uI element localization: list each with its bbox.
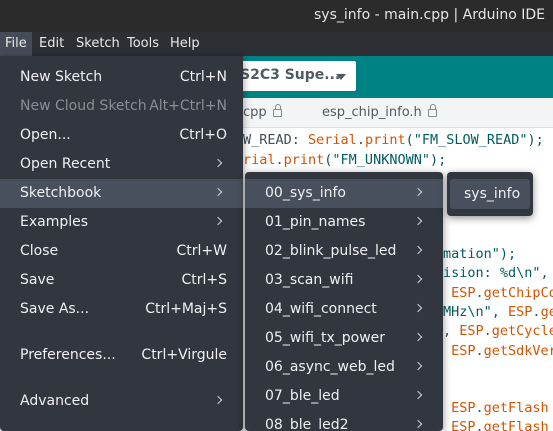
- lock-icon: [427, 104, 437, 117]
- menu-sketch[interactable]: Sketch: [71, 32, 125, 56]
- file-menu: New Sketch Ctrl+N New Cloud Sketch Alt+Ctr…: [0, 56, 243, 431]
- code-line: ESP.getFlash: [443, 400, 549, 416]
- menu-file[interactable]: File: [0, 32, 32, 56]
- chevron-right-icon: [413, 332, 423, 342]
- code-line: ESP.getFlash: [443, 419, 549, 431]
- submenu-item-02-blink-pulse-led[interactable]: 02_blink_pulse_led: [245, 237, 443, 266]
- sys-info-submenu: sys_info: [447, 172, 533, 216]
- submenu-item-06-async-web-led[interactable]: 06_async_web_led: [245, 353, 443, 382]
- submenu-item-01-pin-names[interactable]: 01_pin_names: [245, 208, 443, 237]
- submenu-item-sys-info[interactable]: sys_info: [450, 179, 530, 209]
- lock-icon: [272, 104, 282, 117]
- chevron-right-icon: [413, 187, 423, 197]
- submenu-item-00-sys-info[interactable]: 00_sys_info: [245, 179, 443, 208]
- menu-edit[interactable]: Edit: [34, 32, 69, 56]
- chevron-right-icon: [413, 245, 423, 255]
- tab-label: esp_chip_info.h: [322, 105, 422, 120]
- code-line: rial.print("FM_UNKNOWN");: [243, 152, 447, 168]
- menu-item-examples[interactable]: Examples: [0, 208, 243, 237]
- chevron-down-icon: [336, 74, 346, 80]
- code-line: MHz\n", ESP.ge: [443, 304, 553, 320]
- menu-item-open[interactable]: Open... Ctrl+O: [0, 121, 243, 150]
- chevron-right-icon: [213, 216, 223, 226]
- menu-item-preferences[interactable]: Preferences... Ctrl+Virgule: [0, 341, 243, 370]
- chevron-right-icon: [213, 395, 223, 405]
- menu-help[interactable]: Help: [165, 32, 205, 56]
- sketchbook-submenu: 00_sys_info 01_pin_names 02_blink_pulse_…: [245, 172, 443, 431]
- menu-bar: File Edit Sketch Tools Help: [0, 32, 553, 56]
- window-title: sys_info - main.cpp | Arduino IDE: [314, 7, 545, 23]
- title-bar: sys_info - main.cpp | Arduino IDE: [0, 0, 553, 32]
- tab-label: cpp: [243, 105, 267, 120]
- code-line: , ESP.getCycle: [443, 323, 553, 339]
- chevron-right-icon: [413, 419, 423, 429]
- chevron-right-icon: [413, 390, 423, 400]
- menu-item-advanced[interactable]: Advanced: [0, 387, 243, 416]
- menu-item-save-as[interactable]: Save As... Ctrl+Maj+S: [0, 295, 243, 324]
- submenu-item-07-ble-led[interactable]: 07_ble_led: [245, 382, 443, 411]
- code-line: mation");: [443, 246, 517, 262]
- menu-item-new-sketch[interactable]: New Sketch Ctrl+N: [0, 63, 243, 92]
- menu-item-close[interactable]: Close Ctrl+W: [0, 237, 243, 266]
- chevron-right-icon: [413, 361, 423, 371]
- menu-item-sketchbook[interactable]: Sketchbook: [0, 179, 243, 208]
- code-line: ESP.getChipCo: [443, 285, 553, 301]
- chevron-right-icon: [413, 303, 423, 313]
- board-selector-label: S2C3 Supe...: [240, 67, 341, 83]
- submenu-item-08-ble-led2[interactable]: 08_ble_led2: [245, 411, 443, 431]
- menu-item-save[interactable]: Save Ctrl+S: [0, 266, 243, 295]
- tab-esp-chip-info[interactable]: esp_chip_info.h: [322, 104, 437, 120]
- code-line: ision: %d\n",: [443, 265, 549, 281]
- menu-item-open-recent[interactable]: Open Recent: [0, 150, 243, 179]
- chevron-right-icon: [413, 216, 423, 226]
- chevron-right-icon: [413, 274, 423, 284]
- menu-item-new-cloud-sketch: New Cloud Sketch Alt+Ctrl+N: [20, 98, 227, 114]
- code-line: ESP.getSdkVer: [443, 343, 553, 359]
- code-line: W_READ: Serial.print("FM_SLOW_READ");: [243, 132, 544, 148]
- submenu-item-04-wifi-connect[interactable]: 04_wifi_connect: [245, 295, 443, 324]
- tab-main-cpp[interactable]: cpp: [243, 104, 282, 120]
- chevron-right-icon: [213, 187, 223, 197]
- board-selector[interactable]: S2C3 Supe...: [230, 61, 356, 91]
- menu-tools[interactable]: Tools: [122, 32, 164, 56]
- submenu-item-03-scan-wifi[interactable]: 03_scan_wifi: [245, 266, 443, 295]
- chevron-right-icon: [213, 158, 223, 168]
- submenu-item-05-wifi-tx-power[interactable]: 05_wifi_tx_power: [245, 324, 443, 353]
